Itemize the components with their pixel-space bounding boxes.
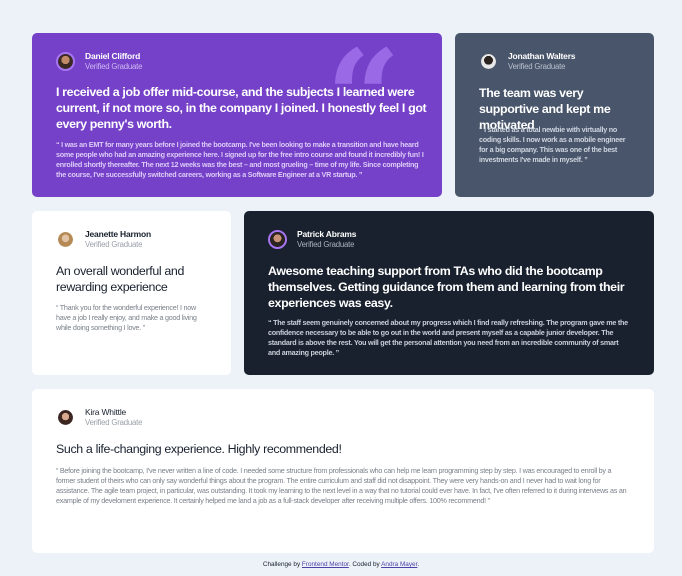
testimonial-title: An overall wonderful and rewarding exper… <box>56 264 184 294</box>
testimonial-card-daniel: “ Daniel Clifford Verified Graduate I re… <box>32 33 442 197</box>
attribution: Challenge by Frontend Mentor. Coded by A… <box>0 561 682 568</box>
testimonial-body: “ Before joining the bootcamp, I've neve… <box>56 466 627 506</box>
testimonial-body: “ I was an EMT for many years before I j… <box>56 140 424 180</box>
author-role: Verified Graduate <box>85 61 143 71</box>
testimonial-body: “ Thank you for the wonderful experience… <box>56 303 197 333</box>
testimonial-card-jonathan: Jonathan Walters Verified Graduate The t… <box>455 33 654 197</box>
card-header: Patrick Abrams Verified Graduate <box>268 230 356 249</box>
testimonial-title: Such a life-changing experience. Highly … <box>56 442 342 456</box>
author-name: Jonathan Walters <box>508 51 576 62</box>
avatar <box>56 230 75 249</box>
author-name: Kira Whittle <box>85 407 127 418</box>
card-header: Daniel Clifford Verified Graduate <box>56 52 142 71</box>
testimonial-card-jeanette: Jeanette Harmon Verified Graduate An ove… <box>32 211 231 375</box>
testimonial-title: I received a job offer mid-course, and t… <box>56 85 427 131</box>
testimonial-body: “ I started as a total newbie with virtu… <box>479 125 626 165</box>
card-header: Jonathan Walters Verified Graduate <box>479 51 576 71</box>
author-name: Jeanette Harmon <box>85 229 151 240</box>
card-header: Kira Whittle Verified Graduate <box>56 408 142 427</box>
avatar <box>56 408 75 427</box>
author-name: Daniel Clifford <box>85 51 141 62</box>
attribution-prefix: Challenge by <box>262 561 302 568</box>
author-name: Patrick Abrams <box>297 229 357 240</box>
testimonial-card-kira: Kira Whittle Verified Graduate Such a li… <box>32 389 654 553</box>
author-role: Verified Graduate <box>85 417 143 427</box>
avatar <box>479 52 498 71</box>
testimonial-title: Awesome teaching support from TAs who di… <box>268 264 625 310</box>
author-link[interactable]: Andra Mayer <box>381 561 417 568</box>
testimonial-card-patrick: Patrick Abrams Verified Graduate Awesome… <box>244 211 654 375</box>
author-role: Verified Graduate <box>508 61 566 71</box>
author-role: Verified Graduate <box>297 239 355 249</box>
attribution-suffix: . <box>417 561 420 568</box>
author-role: Verified Graduate <box>85 239 143 249</box>
avatar <box>268 230 287 249</box>
attribution-middle: . Coded by <box>348 561 382 568</box>
frontend-mentor-link[interactable]: Frontend Mentor <box>302 561 349 568</box>
avatar <box>56 52 75 71</box>
testimonial-body: “ The staff seem genuinely concerned abo… <box>268 318 628 358</box>
card-header: Jeanette Harmon Verified Graduate <box>56 230 151 249</box>
